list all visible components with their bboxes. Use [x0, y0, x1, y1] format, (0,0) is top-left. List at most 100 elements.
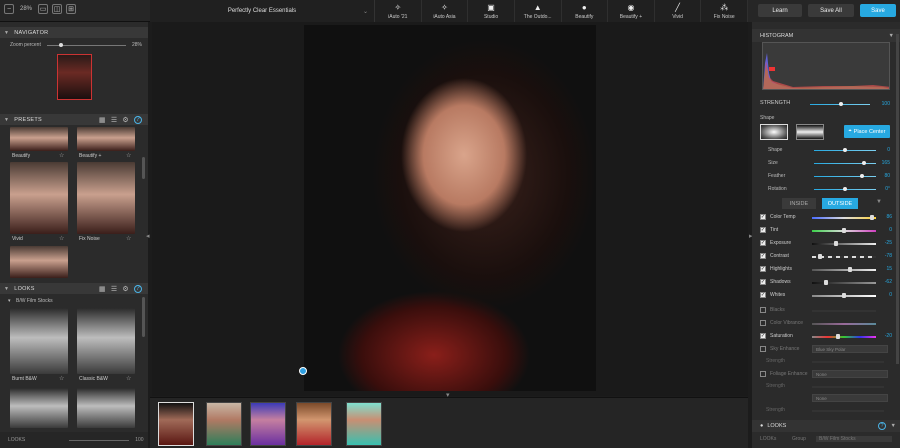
- slider-knob[interactable]: [842, 228, 846, 233]
- color-vibrance-slider[interactable]: [812, 323, 876, 325]
- blacks-checkbox[interactable]: [760, 307, 766, 313]
- slider-knob[interactable]: [848, 267, 852, 272]
- preset-button-iauto-asia[interactable]: ✧ iAuto Asia: [422, 0, 469, 22]
- slider-knob[interactable]: [843, 148, 847, 152]
- presets-scrollbar[interactable]: [142, 157, 145, 179]
- tint-checkbox[interactable]: ✓: [760, 227, 766, 233]
- slider-knob[interactable]: [843, 187, 847, 191]
- sky-preset-dropdown[interactable]: Blue Sky Polar: [812, 345, 888, 353]
- color-temp-checkbox[interactable]: ✓: [760, 214, 766, 220]
- preset-button-beautify[interactable]: ● Beautify: [562, 0, 609, 22]
- help-icon[interactable]: ?: [134, 115, 142, 124]
- zoom-slider-knob[interactable]: [58, 42, 63, 47]
- color-vibrance-checkbox[interactable]: [760, 320, 766, 326]
- collapse-triangle-icon[interactable]: ▼: [891, 423, 896, 429]
- star-icon[interactable]: ☆: [126, 152, 131, 159]
- view-grid-icon[interactable]: ⊞: [66, 4, 77, 14]
- preset-thumb-beautify[interactable]: [10, 127, 68, 151]
- slider-knob[interactable]: [818, 254, 822, 259]
- collapse-triangle-icon[interactable]: ▼: [4, 30, 9, 36]
- preset-button-vivid[interactable]: ╱ Vivid: [655, 0, 702, 22]
- blacks-slider[interactable]: [812, 310, 876, 312]
- look-thumb-burnt-bw[interactable]: [10, 308, 68, 374]
- star-icon[interactable]: ☆: [59, 235, 64, 242]
- chevron-down-icon[interactable]: ⌄: [363, 8, 368, 15]
- preset-thumb-beautify-plus[interactable]: [77, 127, 135, 151]
- compare-handle[interactable]: [299, 367, 307, 375]
- size-param-slider[interactable]: [814, 163, 876, 164]
- sky-strength-slider[interactable]: [812, 361, 884, 363]
- filmstrip-thumb[interactable]: [250, 402, 286, 446]
- preset-thumb-vivid[interactable]: [10, 162, 68, 234]
- foliage-preset-dropdown[interactable]: None: [812, 370, 888, 378]
- slider-knob[interactable]: [834, 241, 838, 246]
- slider-knob[interactable]: [862, 161, 866, 165]
- slider-knob[interactable]: [824, 280, 828, 285]
- save-button[interactable]: Save: [860, 4, 896, 17]
- view-single-icon[interactable]: ▭: [38, 4, 49, 14]
- right-panel-scrollbar[interactable]: [896, 34, 899, 364]
- extra-preset-dropdown[interactable]: None: [812, 394, 888, 402]
- help-icon[interactable]: ?: [878, 422, 886, 430]
- looks-scrollbar[interactable]: [142, 297, 145, 337]
- exposure-checkbox[interactable]: ✓: [760, 240, 766, 246]
- outside-button[interactable]: OUTSIDE: [822, 198, 858, 209]
- star-icon[interactable]: ☆: [126, 235, 131, 242]
- help-icon[interactable]: ?: [134, 284, 142, 293]
- navigator-header[interactable]: ▼ NAVIGATOR: [0, 27, 148, 38]
- gear-icon[interactable]: ⚙: [122, 285, 129, 293]
- shape-radial-option[interactable]: [760, 124, 788, 140]
- learn-button[interactable]: Learn: [758, 4, 802, 17]
- look-thumb-classic-bw[interactable]: [77, 308, 135, 374]
- navigator-thumbnail[interactable]: [57, 54, 92, 100]
- preset-button-iauto21[interactable]: ✧ iAuto '21: [375, 0, 422, 22]
- preset-thumb-fix-noise[interactable]: [77, 162, 135, 234]
- preset-button-fix-noise[interactable]: ⁂ Fix Noise: [701, 0, 748, 22]
- preset-set-selector[interactable]: Perfectly Clear Essentials ⌄: [150, 0, 375, 22]
- shadows-slider[interactable]: [812, 282, 876, 284]
- inside-button[interactable]: INSIDE: [782, 198, 816, 209]
- preset-button-beautify-plus[interactable]: ◉ Beautify +: [608, 0, 655, 22]
- histogram-header[interactable]: HISTOGRAM ▼: [752, 29, 900, 42]
- shadows-checkbox[interactable]: ✓: [760, 279, 766, 285]
- zoom-slider[interactable]: [46, 42, 126, 47]
- grid-view-icon[interactable]: ▦: [99, 116, 106, 124]
- looks-right-header[interactable]: ● LOOKS ? ▼: [752, 420, 900, 432]
- collapse-triangle-icon[interactable]: ▼: [4, 117, 9, 123]
- slider-knob[interactable]: [836, 334, 840, 339]
- collapse-triangle-icon[interactable]: ▼: [4, 286, 9, 292]
- looks-strength-slider[interactable]: [69, 439, 130, 441]
- image-canvas[interactable]: [152, 22, 748, 396]
- exposure-slider[interactable]: [812, 243, 876, 245]
- contrast-checkbox[interactable]: ✓: [760, 253, 766, 259]
- color-temp-slider[interactable]: [812, 217, 876, 219]
- strength-slider-knob[interactable]: [839, 102, 843, 106]
- presets-header[interactable]: ▼ PRESETS ▦ ☰ ⚙ ?: [0, 114, 148, 125]
- filmstrip-thumb[interactable]: [158, 402, 194, 446]
- grid-view-icon[interactable]: ▦: [99, 285, 106, 293]
- saturation-checkbox[interactable]: ✓: [760, 333, 766, 339]
- collapse-triangle-icon[interactable]: ▼: [889, 33, 894, 39]
- highlights-checkbox[interactable]: ✓: [760, 266, 766, 272]
- feather-param-slider[interactable]: [814, 176, 876, 177]
- foliage-enhance-checkbox[interactable]: [760, 371, 766, 377]
- looks-group-dropdown[interactable]: B/W Film Stocks: [816, 436, 892, 442]
- save-all-button[interactable]: Save All: [808, 4, 854, 17]
- collapse-triangle-icon[interactable]: ▼: [876, 199, 882, 205]
- filmstrip-thumb[interactable]: [346, 402, 382, 446]
- place-center-button[interactable]: ⌖ Place Center: [844, 125, 890, 138]
- zoom-out-icon[interactable]: −: [4, 4, 14, 14]
- slider-knob[interactable]: [842, 293, 846, 298]
- shape-linear-option[interactable]: [796, 124, 824, 140]
- star-icon[interactable]: ☆: [59, 375, 64, 382]
- highlights-slider[interactable]: [812, 269, 876, 271]
- slider-knob[interactable]: [860, 174, 864, 178]
- foliage-strength-slider[interactable]: [812, 386, 884, 388]
- star-icon[interactable]: ☆: [126, 375, 131, 382]
- look-thumb-more[interactable]: [77, 388, 135, 428]
- filmstrip-thumb[interactable]: [206, 402, 242, 446]
- toggle-circle-icon[interactable]: ●: [760, 423, 763, 429]
- list-view-icon[interactable]: ☰: [111, 285, 118, 293]
- looks-group-chevron-icon[interactable]: ▾: [8, 298, 11, 304]
- gear-icon[interactable]: ⚙: [122, 116, 129, 124]
